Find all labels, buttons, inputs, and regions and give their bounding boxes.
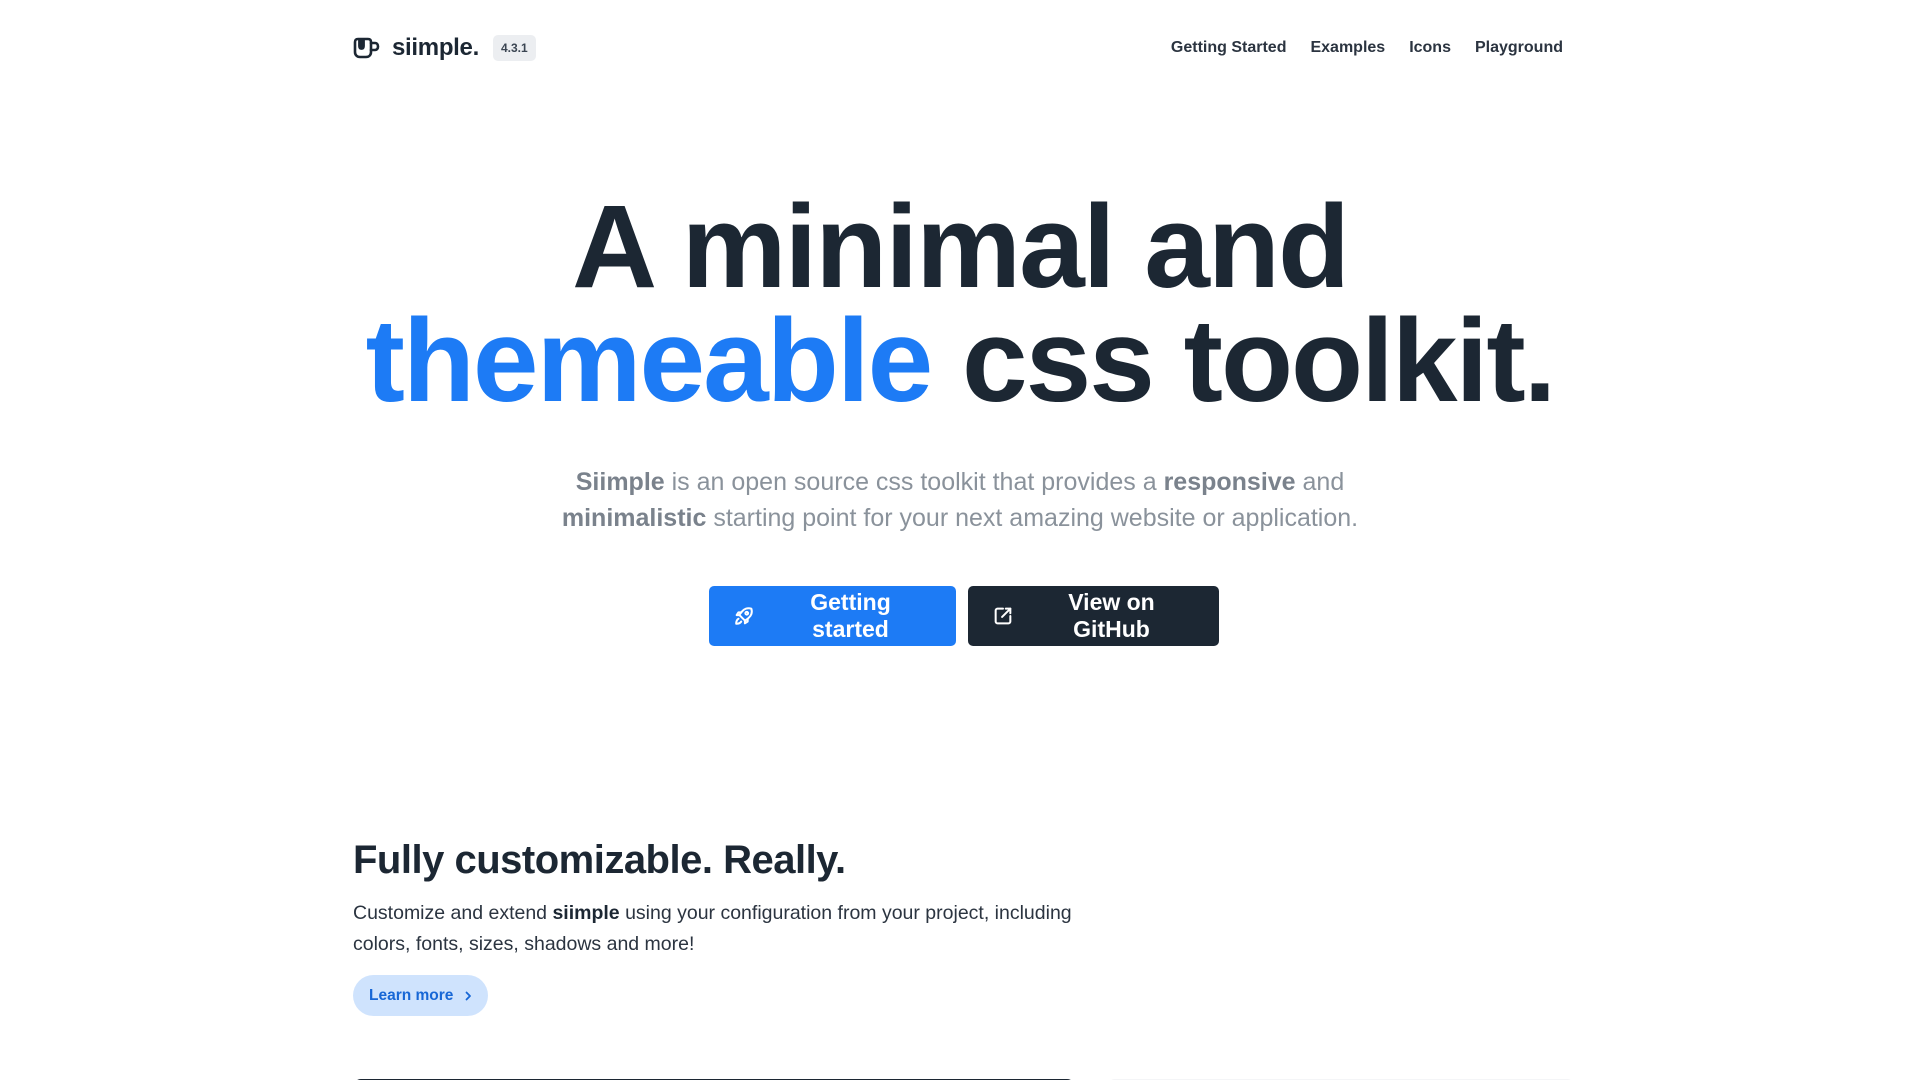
getting-started-button[interactable]: Getting started <box>709 586 956 646</box>
external-link-icon <box>992 605 1014 627</box>
feature-desc-bold: siimple <box>552 902 620 924</box>
subtitle-bold-minimalistic: minimalistic <box>561 504 707 532</box>
learn-more-button[interactable]: Learn more <box>353 975 489 1016</box>
subtitle-bold-responsive: responsive <box>1163 468 1296 496</box>
subtitle-text-2: and <box>1295 468 1345 496</box>
hero-title-accent: themeable <box>365 295 934 427</box>
view-on-github-label: View on GitHub <box>1068 589 1155 642</box>
brand-name: siimple. <box>392 34 479 61</box>
chevron-right-icon <box>463 991 473 1001</box>
subtitle-text-3: starting point for your next amazing web… <box>706 504 1359 532</box>
nav-link-playground[interactable]: Playground <box>1475 39 1563 57</box>
hero-title-line2: css toolkit. <box>931 295 1556 427</box>
nav-link-examples[interactable]: Examples <box>1310 39 1385 57</box>
feature-desc-text-1: Customize and extend <box>353 902 553 924</box>
getting-started-label: Getting started <box>810 589 891 642</box>
nav-links: Getting Started Examples Icons Playgroun… <box>1171 39 1563 57</box>
rocket-icon <box>733 605 755 627</box>
version-badge: 4.3.1 <box>492 35 536 61</box>
feature-title: Fully customizable. Really. <box>353 838 846 882</box>
subtitle-text-1: is an open source css toolkit that provi… <box>664 468 1164 496</box>
nav-link-getting-started[interactable]: Getting Started <box>1171 39 1287 57</box>
brand[interactable]: siimple. 4.3.1 <box>353 34 536 62</box>
top-navbar: siimple. 4.3.1 Getting Started Examples … <box>353 30 1563 66</box>
view-on-github-button[interactable]: View on GitHub <box>968 586 1219 646</box>
mug-icon <box>353 36 380 60</box>
hero-title-line1: A minimal and <box>571 181 1350 313</box>
hero-title: A minimal and themeable css toolkit. <box>0 188 1920 420</box>
feature-description: Customize and extend siimple using your … <box>353 898 1113 960</box>
learn-more-label: Learn more <box>369 986 454 1004</box>
hero-actions: Getting started View on GitHub <box>709 586 1219 646</box>
hero-subtitle: Siimple is an open source css toolkit th… <box>0 464 1920 536</box>
nav-link-icons[interactable]: Icons <box>1409 39 1451 57</box>
subtitle-bold-siimple: Siimple <box>575 468 665 496</box>
